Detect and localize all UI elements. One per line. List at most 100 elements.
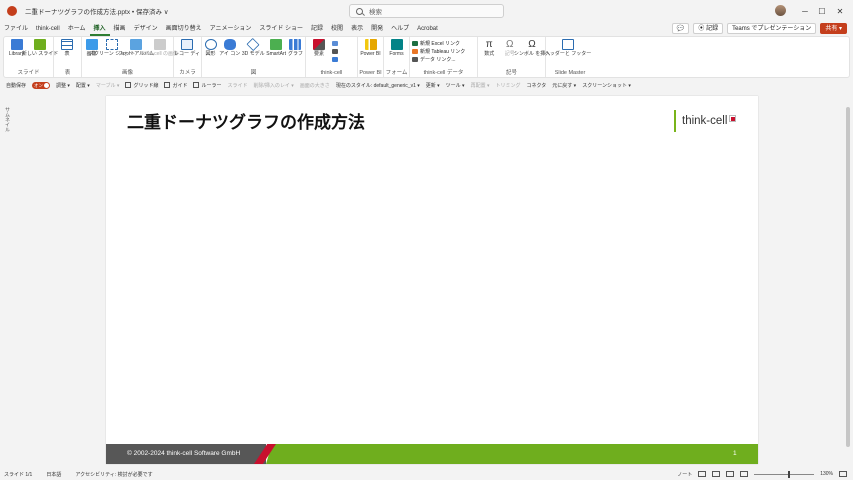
qat-undo[interactable]: 元に戻す ▾ <box>552 82 576 89</box>
ribbon-group-table: 表 表 <box>54 37 82 77</box>
reading-view-icon[interactable] <box>726 471 735 477</box>
elements-button[interactable]: 要素 <box>308 39 330 57</box>
slide-canvas[interactable]: 二重ドーナツグラフの作成方法 think-cell © 2002-2024 th… <box>106 96 758 464</box>
record-button[interactable]: ⦿ 記録 <box>693 23 724 34</box>
avatar[interactable] <box>775 5 786 16</box>
accessibility-status[interactable]: アクセシビリティ: 検討が必要です <box>75 471 152 478</box>
tab-design[interactable]: デザイン <box>130 22 162 36</box>
comment-button[interactable]: 💬 <box>671 23 690 34</box>
slide-title[interactable]: 二重ドーナツグラフの作成方法 <box>127 108 365 133</box>
slide-sorter-icon[interactable] <box>712 471 721 477</box>
tab-review[interactable]: 校閲 <box>327 22 347 36</box>
think-cell-data-items: 新規 Excel リンク 新規 Tableau リンク データ リンク... <box>412 39 465 63</box>
gridlines-checkbox[interactable]: グリッド線 <box>125 82 158 89</box>
close-button[interactable]: ✕ <box>833 4 847 18</box>
minimize-button[interactable]: ─ <box>798 4 812 18</box>
thumbnail-label[interactable]: サムネイル <box>4 107 11 132</box>
qat-adjust[interactable]: 調整 ▾ <box>56 82 70 89</box>
scrollbar-thumb[interactable] <box>846 107 850 447</box>
gridlines-check-icon <box>125 82 132 89</box>
qat-rearrange[interactable]: 再配置 ▾ <box>471 82 490 89</box>
document-title[interactable]: 二重ドーナツグラフの作成方法.pptx • 保存済み ∨ <box>25 6 169 16</box>
tc-list-icon[interactable] <box>332 48 338 55</box>
smartart-button[interactable]: SmartArt <box>266 39 286 57</box>
notes-button[interactable]: ノート <box>677 471 692 478</box>
qat-align[interactable]: 配置 ▾ <box>76 82 90 89</box>
search-input[interactable]: 検索 <box>349 4 504 18</box>
thumbnail-pane[interactable]: サムネイル <box>0 92 18 466</box>
footer-copyright: © 2002-2024 think-cell Software GmbH <box>127 450 241 457</box>
header-footer-button[interactable]: ヘッダーと フッター <box>545 39 591 57</box>
recording-button[interactable]: レコー ディ <box>174 39 200 57</box>
ribbon-group-forms: Forms フォーム <box>384 37 410 77</box>
tab-draw[interactable]: 描画 <box>110 22 130 36</box>
qat-update[interactable]: 更新 ▾ <box>426 82 440 89</box>
elements-label: 要素 <box>313 51 324 57</box>
qat-trim[interactable]: トリミング <box>495 82 520 89</box>
tc-shape-icon[interactable] <box>332 56 338 63</box>
tab-file[interactable]: ファイル <box>0 22 32 36</box>
slide-number: 1 <box>733 450 737 457</box>
autosave-toggle[interactable]: オン <box>32 81 51 89</box>
qat-slide[interactable]: スライド <box>227 82 247 89</box>
tab-acrobat[interactable]: Acrobat <box>413 22 442 36</box>
insert-symbol-button[interactable]: Ω シンボル を挿入 <box>514 39 550 57</box>
think-cell-quick-icons <box>332 39 338 63</box>
image-icon <box>85 39 98 50</box>
new-tableau-link-button[interactable]: 新規 Tableau リンク <box>412 48 465 55</box>
maximize-button[interactable]: ☐ <box>815 4 829 18</box>
tab-view[interactable]: 表示 <box>347 22 367 36</box>
powerpoint-logo-icon <box>7 6 17 16</box>
icons-button[interactable]: アイ コン <box>219 39 240 57</box>
forms-icon <box>390 39 403 50</box>
tab-record[interactable]: 記録 <box>307 22 327 36</box>
tab-think-cell[interactable]: think-cell <box>32 22 64 36</box>
chart-button[interactable]: グラフ <box>288 39 303 57</box>
tc-chart-icon[interactable] <box>332 40 338 47</box>
powerbi-button[interactable]: Power BI <box>360 39 381 57</box>
think-cell-image-button[interactable]: think-cell の画像 <box>142 39 178 57</box>
tab-developer[interactable]: 開発 <box>367 22 387 36</box>
shapes-button[interactable]: 図形 <box>204 39 217 57</box>
omega-icon: Ω <box>506 39 514 50</box>
qat-delete-insert[interactable]: 削除/挿入のレイ ▾ <box>254 82 294 89</box>
table-button[interactable]: 表 <box>56 39 78 57</box>
tableau-icon <box>412 49 418 54</box>
qat-tools[interactable]: ツール ▾ <box>446 82 465 89</box>
data-link-button[interactable]: データ リンク... <box>412 56 465 63</box>
tab-help[interactable]: ヘルプ <box>387 22 413 36</box>
tab-home[interactable]: ホーム <box>64 22 90 36</box>
new-slide-button[interactable]: 新しい スライド <box>22 39 58 57</box>
zoom-level[interactable]: 130% <box>820 471 833 477</box>
forms-button[interactable]: Forms <box>386 39 407 57</box>
tab-slideshow[interactable]: スライド ショー <box>255 22 307 36</box>
ribbon-group-camera: レコー ディ カメラ <box>174 37 202 77</box>
new-excel-link-button[interactable]: 新規 Excel リンク <box>412 40 465 47</box>
qat-connector[interactable]: コネクタ <box>526 82 546 89</box>
tab-transitions[interactable]: 画面切り替え <box>162 22 206 36</box>
ruler-checkbox[interactable]: ルーラー <box>193 82 221 89</box>
normal-view-icon[interactable] <box>698 471 707 477</box>
language-indicator[interactable]: 日本語 <box>46 471 61 478</box>
slideshow-view-icon[interactable] <box>740 471 749 477</box>
qat-screen-size[interactable]: 画面の大きさ <box>300 82 330 89</box>
fit-to-window-icon[interactable] <box>839 471 847 477</box>
3d-models-button[interactable]: 3D モデル <box>242 37 265 57</box>
ribbon-group-think-cell: 要素 think-cell <box>306 37 358 77</box>
header-footer-icon <box>562 39 574 50</box>
qat-screenshot[interactable]: スクリーンショット ▾ <box>582 82 631 89</box>
vertical-scrollbar[interactable] <box>845 92 851 466</box>
symbol-insert-icon: Ω <box>528 39 536 50</box>
tab-animations[interactable]: アニメーション <box>206 22 256 36</box>
qat-current-style[interactable]: 現在のスタイル: default_generic_v1 ▾ <box>336 82 420 89</box>
zoom-slider[interactable] <box>754 470 815 478</box>
equation-button[interactable]: π 数式 <box>480 39 499 57</box>
guides-checkbox[interactable]: ガイド <box>164 82 187 89</box>
share-button[interactable]: 共有 ▾ <box>820 23 847 34</box>
ribbon-group-illustrations: 図形 アイ コン 3D モデル SmartArt グラフ 図 <box>202 37 306 77</box>
tab-insert[interactable]: 挿入 <box>89 22 110 36</box>
ribbon-group-slide-master: ヘッダーと フッター Slide Master <box>545 37 594 77</box>
table-icon <box>61 39 73 50</box>
qat-marble[interactable]: マーブル ▾ <box>96 82 120 89</box>
teams-present-button[interactable]: Teams でプレゼンテーション <box>727 23 817 34</box>
